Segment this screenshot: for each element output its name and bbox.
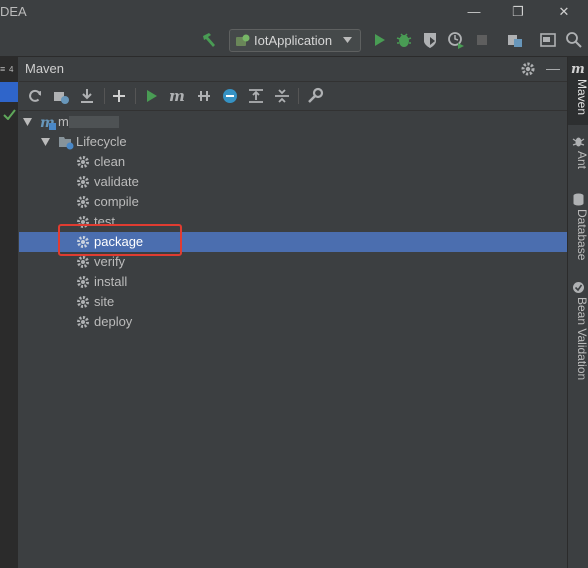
collapse-all-icon[interactable] bbox=[273, 87, 291, 105]
run-icon[interactable] bbox=[370, 31, 388, 49]
minimize-button[interactable]: — bbox=[465, 3, 483, 21]
right-tool-strip: m Maven Ant Database Bean Validation bbox=[567, 57, 588, 568]
execute-maven-goal-icon[interactable]: m bbox=[168, 87, 186, 105]
tab-ant-label: Ant bbox=[575, 151, 588, 170]
toolbar-separator bbox=[135, 88, 136, 104]
check-icon bbox=[3, 109, 16, 120]
tree-row-project[interactable]: m m bbox=[19, 112, 567, 132]
maven-toolbar bbox=[19, 82, 567, 111]
gear-icon bbox=[77, 316, 89, 328]
restore-button[interactable]: ❐ bbox=[509, 3, 527, 21]
gear-icon bbox=[77, 176, 89, 188]
tree-row-phase-install[interactable]: install bbox=[19, 272, 567, 292]
structure-count-badge: 4 bbox=[9, 65, 14, 74]
structure-icon[interactable]: ≡ bbox=[0, 64, 5, 74]
skip-tests-icon[interactable] bbox=[221, 87, 239, 105]
expand-arrow-icon[interactable] bbox=[23, 118, 32, 126]
maven-settings-wrench-icon[interactable] bbox=[306, 87, 324, 105]
debug-icon[interactable] bbox=[395, 31, 413, 49]
tab-ant[interactable]: Ant bbox=[568, 133, 588, 183]
maven-panel-title: Maven bbox=[25, 61, 65, 76]
phase-label: compile bbox=[94, 194, 139, 209]
svg-text:m: m bbox=[571, 62, 585, 75]
window-title: DEA bbox=[0, 4, 27, 19]
run-configuration-select[interactable]: IotApplication bbox=[229, 29, 361, 52]
phase-label: validate bbox=[94, 174, 139, 189]
maven-icon: m bbox=[571, 62, 585, 75]
download-sources-icon[interactable] bbox=[78, 87, 96, 105]
build-hammer-icon[interactable] bbox=[200, 31, 218, 49]
tab-bean-validation-label: Bean Validation bbox=[575, 297, 588, 381]
svg-text:m: m bbox=[169, 87, 185, 105]
chevron-down-icon bbox=[343, 37, 352, 43]
phase-label: site bbox=[94, 294, 115, 309]
generate-sources-icon[interactable] bbox=[52, 87, 70, 105]
phase-label: clean bbox=[94, 154, 126, 169]
tab-database-label: Database bbox=[575, 209, 588, 261]
run-maven-build-icon[interactable] bbox=[142, 87, 160, 105]
project-structure-icon[interactable] bbox=[506, 31, 524, 49]
tab-maven[interactable]: m Maven bbox=[568, 57, 588, 125]
left-tool-strip: ≡ 4 bbox=[0, 57, 18, 568]
ant-icon bbox=[572, 137, 585, 147]
gear-icon bbox=[77, 296, 89, 308]
tree-row-phase-clean[interactable]: clean bbox=[19, 152, 567, 172]
toggle-offline-icon[interactable] bbox=[195, 87, 213, 105]
tree-row-phase-compile[interactable]: compile bbox=[19, 192, 567, 212]
left-selection-marker bbox=[0, 82, 18, 102]
settings-gear-icon[interactable] bbox=[520, 61, 536, 77]
add-project-icon[interactable] bbox=[110, 87, 128, 105]
tree-row-phase-site[interactable]: site bbox=[19, 292, 567, 312]
presentation-icon[interactable] bbox=[539, 31, 557, 49]
toolbar-separator bbox=[298, 88, 299, 104]
gear-icon bbox=[77, 156, 89, 168]
database-icon bbox=[573, 193, 584, 206]
phase-label: deploy bbox=[94, 314, 133, 329]
spring-app-icon bbox=[236, 34, 250, 46]
tab-database[interactable]: Database bbox=[568, 191, 588, 271]
bean-validation-icon bbox=[573, 282, 584, 293]
phase-label: install bbox=[94, 274, 128, 289]
tree-row-phase-validate[interactable]: validate bbox=[19, 172, 567, 192]
toolbar-separator bbox=[104, 88, 105, 104]
run-configuration-label: IotApplication bbox=[254, 33, 333, 48]
gear-icon bbox=[77, 196, 89, 208]
annotation-highlight-box bbox=[58, 224, 182, 256]
tab-maven-label: Maven bbox=[575, 79, 588, 116]
hide-panel-icon[interactable]: — bbox=[546, 60, 560, 76]
tree-row-phase-deploy[interactable]: deploy bbox=[19, 312, 567, 332]
lifecycle-folder-icon bbox=[59, 137, 74, 150]
gear-icon bbox=[77, 276, 89, 288]
close-button[interactable]: ✕ bbox=[555, 3, 573, 21]
tab-bean-validation[interactable]: Bean Validation bbox=[568, 279, 588, 389]
show-dependencies-icon[interactable] bbox=[247, 87, 265, 105]
expand-arrow-icon[interactable] bbox=[41, 138, 50, 146]
stop-icon[interactable] bbox=[473, 31, 491, 49]
search-icon[interactable] bbox=[565, 31, 583, 49]
gear-icon bbox=[77, 256, 89, 268]
title-bar: DEA — ❐ ✕ bbox=[0, 0, 588, 24]
maven-panel-header: Maven — bbox=[19, 57, 567, 82]
tree-row-lifecycle[interactable]: Lifecycle bbox=[19, 132, 567, 152]
reimport-icon[interactable] bbox=[26, 87, 44, 105]
redacted-project-name bbox=[69, 116, 119, 128]
profiler-icon[interactable] bbox=[447, 31, 465, 49]
maven-project-icon: m bbox=[40, 115, 56, 130]
lifecycle-label: Lifecycle bbox=[76, 134, 127, 149]
project-name: m bbox=[58, 114, 69, 129]
coverage-icon[interactable] bbox=[421, 31, 439, 49]
